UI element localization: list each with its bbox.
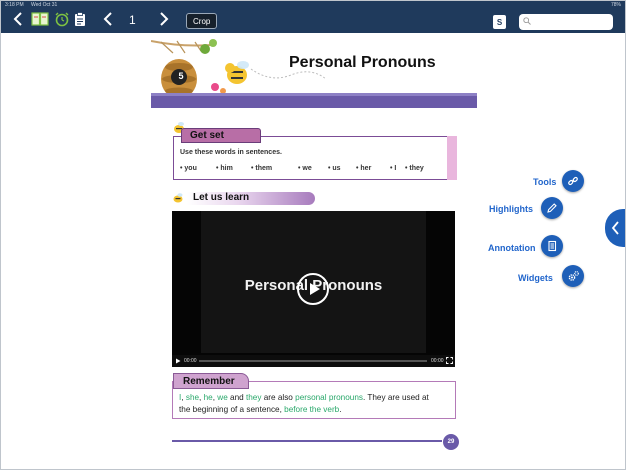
- chevron-left-icon: [611, 221, 619, 235]
- side-panel-toggle[interactable]: [605, 209, 625, 247]
- video-total-time: 00:00: [431, 358, 444, 364]
- pronoun-word: we: [217, 393, 228, 402]
- next-page-icon[interactable]: [157, 11, 171, 27]
- pronoun-word: they: [245, 393, 262, 402]
- pronoun-word: he: [203, 393, 213, 402]
- pencil-icon: [547, 203, 557, 213]
- status-date: Wed Oct 31: [31, 2, 58, 8]
- widgets-button[interactable]: [562, 265, 584, 287]
- annotation-button[interactable]: [541, 235, 563, 257]
- remember-heading: Remember: [173, 373, 249, 389]
- gears-icon: [568, 270, 579, 281]
- widgets-label[interactable]: Widgets: [518, 273, 553, 283]
- text-part: . They are used at: [362, 393, 429, 402]
- page-number[interactable]: 1: [129, 13, 136, 27]
- status-time: 3:18 PM: [5, 2, 24, 8]
- text-part: and: [227, 393, 246, 402]
- get-set-instruction: Use these words in sentences.: [180, 149, 282, 156]
- play-small-icon[interactable]: [175, 358, 181, 364]
- tools-label[interactable]: Tools: [533, 177, 556, 187]
- remember-text: I, she, he, we and they are also persona…: [179, 392, 451, 415]
- video-current-time: 00:00: [184, 358, 197, 364]
- video-seek-bar[interactable]: [199, 360, 427, 362]
- previous-page-icon[interactable]: [101, 11, 115, 27]
- search-icon: [523, 17, 531, 25]
- get-set-heading: Get set: [181, 128, 261, 143]
- fullscreen-icon[interactable]: [446, 357, 453, 364]
- text-part: are also: [261, 393, 296, 402]
- app-window: 3:18 PM Wed Oct 31 78% 1 Crop S 5 Person…: [0, 0, 626, 470]
- word-item: • you: [180, 165, 197, 172]
- book-icon[interactable]: [31, 11, 49, 27]
- notes-icon: [548, 240, 557, 252]
- term-highlight: before the verb: [284, 404, 340, 414]
- title-band-highlight: [151, 93, 477, 96]
- bee-icon: [173, 193, 183, 203]
- link-icon: [568, 176, 578, 186]
- learn-heading: Let us learn: [193, 192, 250, 203]
- page-number-badge: 29: [443, 434, 459, 450]
- play-button[interactable]: [297, 273, 329, 305]
- crop-button[interactable]: Crop: [186, 13, 218, 29]
- status-battery: 78%: [610, 2, 621, 8]
- pronoun-word: she: [185, 393, 200, 402]
- top-toolbar: 3:18 PM Wed Oct 31 78% 1 Crop S: [1, 1, 625, 33]
- back-icon[interactable]: [11, 11, 25, 27]
- word-item: • them: [251, 165, 273, 172]
- text-part: the beginning of a sentence,: [179, 404, 285, 414]
- clipboard-icon[interactable]: [73, 11, 87, 27]
- s-button[interactable]: S: [493, 15, 506, 29]
- get-set-box-edge: [447, 136, 457, 180]
- page-footer-line: [172, 440, 442, 442]
- word-item: • I: [390, 165, 397, 172]
- word-item: • us: [328, 165, 341, 172]
- annotation-label[interactable]: Annotation: [488, 243, 536, 253]
- word-item: • him: [216, 165, 233, 172]
- page-title: Personal Pronouns: [289, 54, 436, 71]
- word-item: • we: [298, 165, 312, 172]
- play-icon: [310, 283, 320, 295]
- alarm-clock-icon[interactable]: [54, 11, 70, 27]
- word-item: • they: [405, 165, 424, 172]
- term-highlight: personal pronouns: [295, 393, 363, 402]
- word-item: • her: [356, 165, 372, 172]
- highlights-button[interactable]: [541, 197, 563, 219]
- tools-button[interactable]: [562, 170, 584, 192]
- highlights-label[interactable]: Highlights: [489, 204, 533, 214]
- search-input[interactable]: [519, 14, 613, 30]
- unit-number: 5: [178, 71, 184, 81]
- text-part: .: [339, 404, 342, 414]
